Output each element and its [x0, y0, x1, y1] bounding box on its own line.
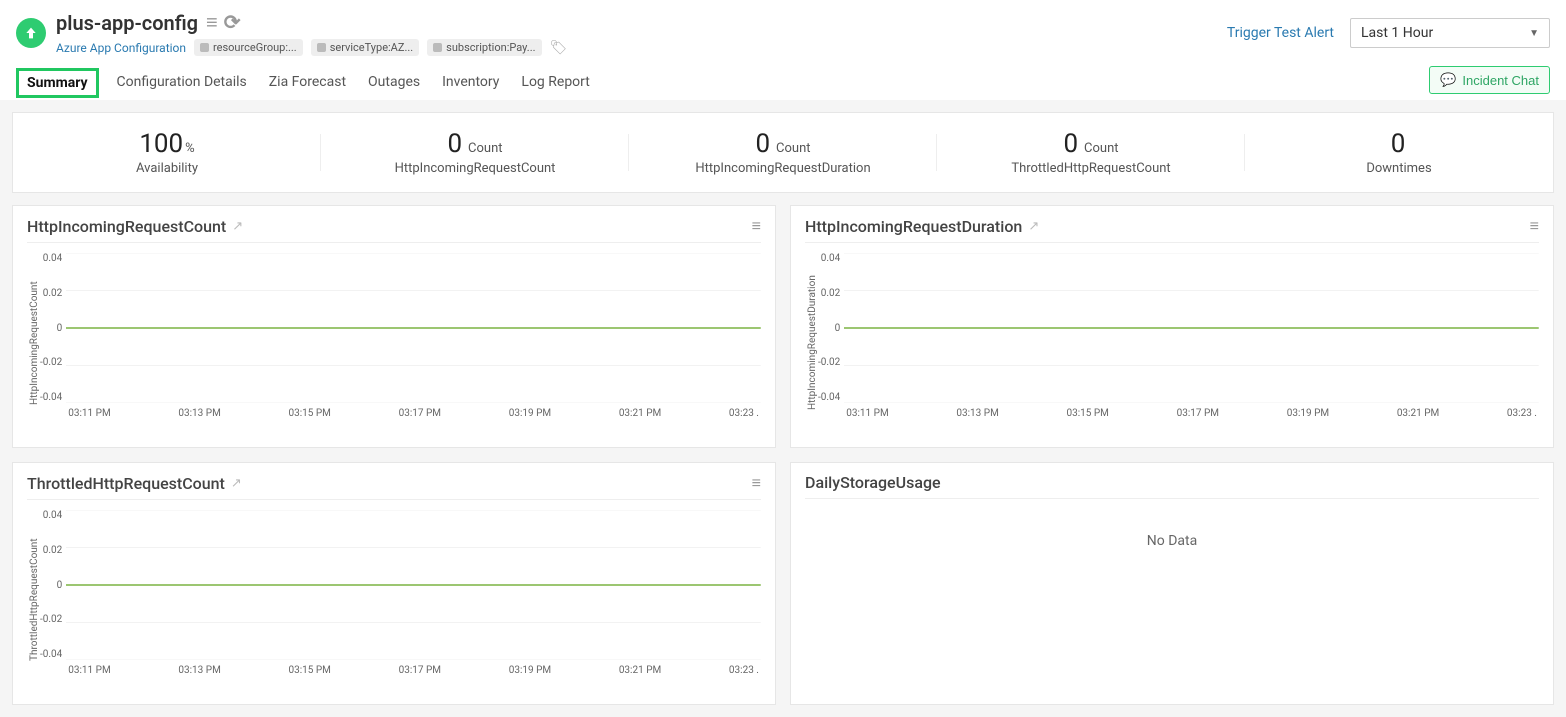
chevron-down-icon: ▼ — [1529, 28, 1539, 39]
panel-menu-icon[interactable]: ≡ — [1530, 216, 1539, 236]
tab-outages[interactable]: Outages — [364, 68, 424, 98]
popout-icon[interactable]: ↗ — [231, 476, 242, 491]
page-title: plus-app-config — [56, 11, 198, 35]
x-ticks: 03:11 PM 03:13 PM 03:15 PM 03:17 PM 03:1… — [66, 408, 761, 419]
y-ticks: 0.04 0.02 0 -0.02 -0.04 — [40, 510, 66, 660]
add-tag-icon[interactable]: 🏷 — [550, 40, 568, 56]
tag-service-type[interactable]: serviceType:AZ... — [311, 39, 419, 56]
panel-http-incoming-duration: HttpIncomingRequestDuration ↗ ≡ HttpInco… — [790, 205, 1554, 448]
x-ticks: 03:11 PM 03:13 PM 03:15 PM 03:17 PM 03:1… — [66, 665, 761, 676]
popout-icon[interactable]: ↗ — [1028, 219, 1039, 234]
time-range-value: Last 1 Hour — [1361, 25, 1433, 41]
panel-throttled-count: ThrottledHttpRequestCount ↗ ≡ ThrottledH… — [12, 462, 776, 705]
tab-summary[interactable]: Summary — [16, 68, 99, 98]
chart-plot: 03:11 PM 03:13 PM 03:15 PM 03:17 PM 03:1… — [66, 253, 761, 433]
content: 100% Availability 0 Count HttpIncomingRe… — [0, 100, 1566, 717]
tag-resource-group[interactable]: resourceGroup:... — [194, 39, 303, 56]
chat-icon: 💬 — [1440, 72, 1456, 88]
metric-incoming-duration: 0 Count HttpIncomingRequestDuration — [629, 129, 937, 176]
tabs: Summary Configuration Details Zia Foreca… — [16, 68, 594, 98]
y-ticks: 0.04 0.02 0 -0.02 -0.04 — [818, 253, 844, 403]
y-axis-label: HttpIncomingRequestCount — [27, 253, 40, 433]
y-axis-label: HttpIncomingRequestDuration — [805, 253, 818, 433]
panel-title: HttpIncomingRequestCount — [27, 217, 226, 236]
incident-chat-button[interactable]: 💬 Incident Chat — [1429, 66, 1550, 94]
refresh-icon[interactable]: ⟳ — [224, 10, 241, 35]
panel-daily-storage: DailyStorageUsage No Data — [790, 462, 1554, 705]
x-ticks: 03:11 PM 03:13 PM 03:15 PM 03:17 PM 03:1… — [844, 408, 1539, 419]
tab-log-report[interactable]: Log Report — [517, 68, 593, 98]
y-ticks: 0.04 0.02 0 -0.02 -0.04 — [40, 253, 66, 403]
tab-zia-forecast[interactable]: Zia Forecast — [265, 68, 350, 98]
panel-menu-icon[interactable]: ≡ — [752, 216, 761, 236]
page-header: plus-app-config ≡ ⟳ Azure App Configurat… — [0, 0, 1566, 100]
tag-subscription[interactable]: subscription:Pay... — [427, 39, 541, 56]
panel-http-incoming-count: HttpIncomingRequestCount ↗ ≡ HttpIncomin… — [12, 205, 776, 448]
chart-plot: 03:11 PM 03:13 PM 03:15 PM 03:17 PM 03:1… — [844, 253, 1539, 433]
trigger-test-alert-link[interactable]: Trigger Test Alert — [1227, 25, 1334, 41]
chart-plot: 03:11 PM 03:13 PM 03:15 PM 03:17 PM 03:1… — [66, 510, 761, 690]
panel-title: ThrottledHttpRequestCount — [27, 474, 225, 493]
breadcrumb-link[interactable]: Azure App Configuration — [56, 41, 186, 55]
metric-downtimes: 0 Downtimes — [1245, 129, 1553, 176]
popout-icon[interactable]: ↗ — [232, 219, 243, 234]
charts-grid: HttpIncomingRequestCount ↗ ≡ HttpIncomin… — [12, 205, 1554, 705]
metrics-row: 100% Availability 0 Count HttpIncomingRe… — [12, 112, 1554, 193]
metric-incoming-count: 0 Count HttpIncomingRequestCount — [321, 129, 629, 176]
panel-menu-icon[interactable]: ≡ — [752, 473, 761, 493]
panel-title: DailyStorageUsage — [805, 473, 941, 492]
metric-throttled: 0 Count ThrottledHttpRequestCount — [937, 129, 1245, 176]
no-data-message: No Data — [805, 509, 1539, 573]
metric-availability: 100% Availability — [13, 129, 321, 176]
status-up-icon — [16, 18, 46, 48]
time-range-select[interactable]: Last 1 Hour ▼ — [1350, 18, 1550, 48]
y-axis-label: ThrottledHttpRequestCount — [27, 510, 40, 690]
menu-icon[interactable]: ≡ — [206, 10, 218, 35]
panel-title: HttpIncomingRequestDuration — [805, 217, 1022, 236]
tab-inventory[interactable]: Inventory — [438, 68, 503, 98]
tab-configuration-details[interactable]: Configuration Details — [113, 68, 251, 98]
